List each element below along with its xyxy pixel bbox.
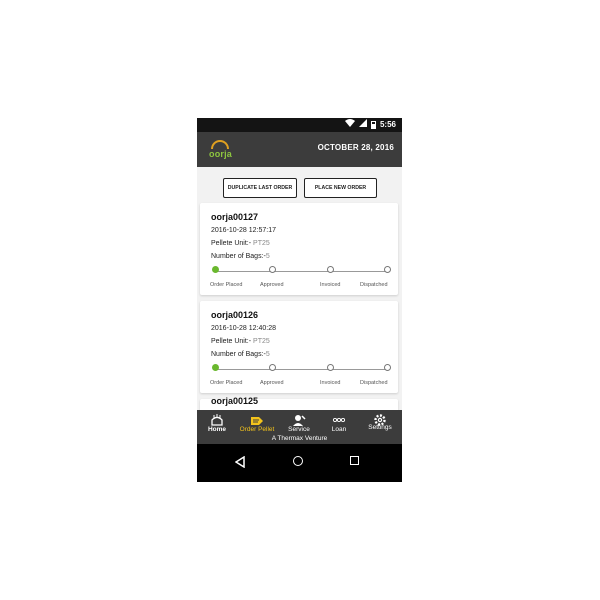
- order-id: oorja00126: [211, 310, 259, 320]
- stage-label: Invoiced: [320, 380, 341, 386]
- place-new-order-button[interactable]: PLACE NEW ORDER: [304, 178, 377, 198]
- order-id: oorja00127: [211, 212, 259, 222]
- stage-label: Approved: [260, 282, 284, 288]
- back-icon[interactable]: [234, 455, 245, 473]
- stage-dot-invoiced: [327, 364, 334, 371]
- nav-order-pellet[interactable]: Order Pellet: [237, 410, 277, 436]
- order-card[interactable]: oorja00125: [200, 396, 398, 410]
- stage-label: Order Placed: [210, 282, 243, 288]
- wifi-icon: [344, 119, 355, 131]
- stage-label: Approved: [260, 380, 284, 386]
- progress-track: [216, 369, 388, 370]
- order-timestamp: 2016-10-28 12:40:28: [211, 325, 276, 332]
- service-icon: [292, 413, 306, 426]
- stage-dot-order-placed: [212, 364, 219, 371]
- number-of-bags: Number of Bags:-5: [211, 351, 270, 358]
- stage-label: Invoiced: [320, 282, 341, 288]
- stage-dot-dispatched: [384, 266, 391, 273]
- nav-label: Loan: [331, 426, 347, 433]
- android-navigation-bar: [197, 444, 402, 482]
- status-time: 5:56: [379, 120, 396, 129]
- signal-icon: [358, 119, 367, 131]
- header-date: OCTOBER 28, 2016: [317, 143, 394, 152]
- stage-dot-approved: [269, 266, 276, 273]
- oorja-logo: oorja: [209, 139, 233, 161]
- nav-label: Service: [288, 426, 310, 433]
- pellet-unit: Pellete Unit:- PT25: [211, 338, 270, 345]
- stage-dot-invoiced: [327, 266, 334, 273]
- app-header: oorja OCTOBER 28, 2016: [197, 132, 402, 167]
- nav-label: Home: [207, 426, 227, 433]
- nav-label: Order Pellet: [239, 426, 275, 433]
- stage-dot-order-placed: [212, 266, 219, 273]
- action-buttons: DUPLICATE LAST ORDER PLACE NEW ORDER: [223, 178, 377, 198]
- order-pellet-icon: [250, 413, 264, 425]
- order-timestamp: 2016-10-28 12:57:17: [211, 227, 276, 234]
- bottom-navigation: Home Order Pellet Service Loan Settings: [197, 410, 402, 444]
- logo-text: oorja: [209, 149, 233, 159]
- phone-screen: 5:56 oorja OCTOBER 28, 2016 DUPLICATE LA…: [197, 118, 402, 482]
- stage-dot-approved: [269, 364, 276, 371]
- home-icon: [210, 413, 224, 426]
- order-list[interactable]: DUPLICATE LAST ORDER PLACE NEW ORDER oor…: [197, 167, 402, 410]
- nav-settings[interactable]: Settings: [360, 410, 400, 436]
- pellet-unit: Pellete Unit:- PT25: [211, 240, 270, 247]
- stage-label: Dispatched: [360, 282, 388, 288]
- number-of-bags: Number of Bags:-5: [211, 253, 270, 260]
- footer-tagline: A Thermax Venture: [271, 435, 328, 442]
- stage-label: Order Placed: [210, 380, 243, 386]
- status-bar: 5:56: [197, 118, 402, 132]
- order-card[interactable]: oorja00127 2016-10-28 12:57:17 Pellete U…: [200, 203, 398, 295]
- order-card[interactable]: oorja00126 2016-10-28 12:40:28 Pellete U…: [200, 301, 398, 393]
- nav-label: Settings: [368, 424, 392, 431]
- stage-dot-dispatched: [384, 364, 391, 371]
- stage-label: Dispatched: [360, 380, 388, 386]
- battery-icon: [370, 121, 376, 129]
- nav-loan[interactable]: Loan: [319, 410, 359, 436]
- nav-service[interactable]: Service: [279, 410, 319, 436]
- duplicate-last-order-button[interactable]: DUPLICATE LAST ORDER: [223, 178, 297, 198]
- nav-home[interactable]: Home: [197, 410, 237, 436]
- progress-track: [216, 271, 388, 272]
- logo-flame-icon: [211, 140, 229, 149]
- home-button-icon[interactable]: [293, 456, 303, 466]
- order-id: oorja00125: [211, 396, 259, 406]
- recent-apps-icon[interactable]: [350, 456, 359, 465]
- loan-icon: [332, 413, 346, 425]
